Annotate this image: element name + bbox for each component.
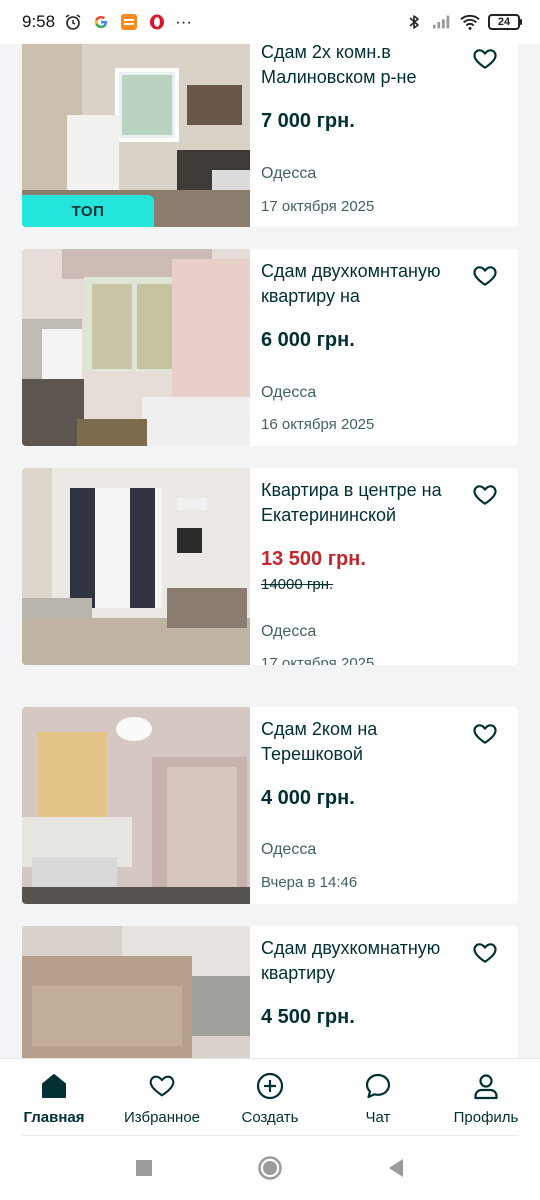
listing-city: Одесса xyxy=(261,841,317,858)
nav-profile[interactable]: Профиль xyxy=(432,1059,540,1136)
listing-card[interactable]: ТОП Сдам 2х комн.в Малиновском р-не 7 00… xyxy=(22,30,518,227)
listing-photo[interactable] xyxy=(22,926,250,1058)
nav-favorites-label: Избранное xyxy=(123,1109,201,1126)
heart-icon xyxy=(147,1071,177,1101)
favorite-heart-icon[interactable] xyxy=(472,940,498,966)
chat-icon xyxy=(363,1071,393,1101)
listing-info[interactable]: Сдам двухкомнтаную квартиру на 6 000 грн… xyxy=(261,249,518,446)
listing-photo[interactable] xyxy=(22,468,250,665)
user-icon xyxy=(471,1071,501,1101)
battery-icon: 24 xyxy=(488,14,522,30)
favorite-heart-icon[interactable] xyxy=(472,263,498,289)
listing-photo[interactable] xyxy=(22,249,250,446)
favorite-heart-icon[interactable] xyxy=(472,46,498,72)
listing-city: Одесса xyxy=(261,623,317,640)
listing-feed[interactable]: ТОП Сдам 2х комн.в Малиновском р-не 7 00… xyxy=(0,0,540,1058)
listing-date: 17 октября 2025 xyxy=(261,655,375,665)
more-notifications-icon: ··· xyxy=(175,12,193,31)
nav-create[interactable]: Создать xyxy=(216,1059,324,1136)
listing-card[interactable]: Сдам 2ком на Терешковой 4 000 грн. Одесс… xyxy=(22,707,518,904)
bottom-navigation: Главная Избранное Создать Чат Профиль xyxy=(0,1058,540,1136)
listing-card[interactable]: Сдам двухкомнатную квартиру 4 500 грн. xyxy=(22,926,518,1058)
recents-square-icon[interactable] xyxy=(130,1154,158,1182)
nav-chat[interactable]: Чат xyxy=(324,1059,432,1136)
alarm-icon xyxy=(63,12,83,32)
listing-date: 17 октября 2025 xyxy=(261,198,375,215)
app-notification-icon xyxy=(119,12,139,32)
home-circle-icon[interactable] xyxy=(256,1154,284,1182)
listing-photo[interactable] xyxy=(22,707,250,904)
listing-city: Одесса xyxy=(261,384,317,401)
listing-card[interactable]: Квартира в центре на Екатерининской 13 5… xyxy=(22,468,518,665)
nav-favorites[interactable]: Избранное xyxy=(108,1059,216,1136)
listing-date: 16 октября 2025 xyxy=(261,416,375,433)
system-navigation xyxy=(0,1136,540,1200)
listing-title[interactable]: Сдам двухкомнтаную квартиру на xyxy=(261,259,471,309)
listing-price: 6 000 грн. xyxy=(261,329,355,351)
listing-price: 4 000 грн. xyxy=(261,787,355,809)
listing-title[interactable]: Сдам 2ком на Терешковой xyxy=(261,717,471,767)
listing-old-price: 14000 грн. xyxy=(261,576,334,593)
bluetooth-icon xyxy=(404,12,424,32)
listing-date: Вчера в 14:46 xyxy=(261,874,358,891)
nav-home[interactable]: Главная xyxy=(0,1059,108,1136)
listing-title[interactable]: Сдам двухкомнатную квартиру xyxy=(261,936,471,986)
listing-price: 4 500 грн. xyxy=(261,1006,355,1028)
nav-create-label: Создать xyxy=(241,1109,299,1126)
google-icon xyxy=(91,12,111,32)
nav-chat-label: Чат xyxy=(365,1109,391,1126)
opera-icon xyxy=(147,12,167,32)
listing-price: 13 500 грн. xyxy=(261,548,366,570)
listing-info[interactable]: Квартира в центре на Екатерининской 13 5… xyxy=(261,468,518,665)
listing-info[interactable]: Сдам 2х комн.в Малиновском р-не 7 000 гр… xyxy=(261,30,518,227)
wifi-icon xyxy=(460,12,480,32)
home-icon xyxy=(39,1071,69,1101)
status-time: 9:58 xyxy=(22,12,56,31)
top-badge: ТОП xyxy=(22,195,154,227)
listing-info[interactable]: Сдам двухкомнатную квартиру 4 500 грн. xyxy=(261,926,518,1058)
signal-icon xyxy=(432,12,452,32)
listing-title[interactable]: Квартира в центре на Екатерининской xyxy=(261,478,471,528)
favorite-heart-icon[interactable] xyxy=(472,721,498,747)
favorite-heart-icon[interactable] xyxy=(472,482,498,508)
listing-title[interactable]: Сдам 2х комн.в Малиновском р-не xyxy=(261,40,471,90)
listing-price: 7 000 грн. xyxy=(261,110,355,132)
listing-card[interactable]: Сдам двухкомнтаную квартиру на 6 000 грн… xyxy=(22,249,518,446)
nav-home-label: Главная xyxy=(23,1109,85,1126)
listing-city: Одесса xyxy=(261,165,317,182)
plus-circle-icon xyxy=(255,1071,285,1101)
listing-photo[interactable]: ТОП xyxy=(22,30,250,227)
status-bar: 9:58 ··· 24 xyxy=(0,0,540,44)
nav-profile-label: Профиль xyxy=(453,1109,519,1126)
listing-info[interactable]: Сдам 2ком на Терешковой 4 000 грн. Одесс… xyxy=(261,707,518,904)
back-triangle-icon[interactable] xyxy=(382,1154,410,1182)
